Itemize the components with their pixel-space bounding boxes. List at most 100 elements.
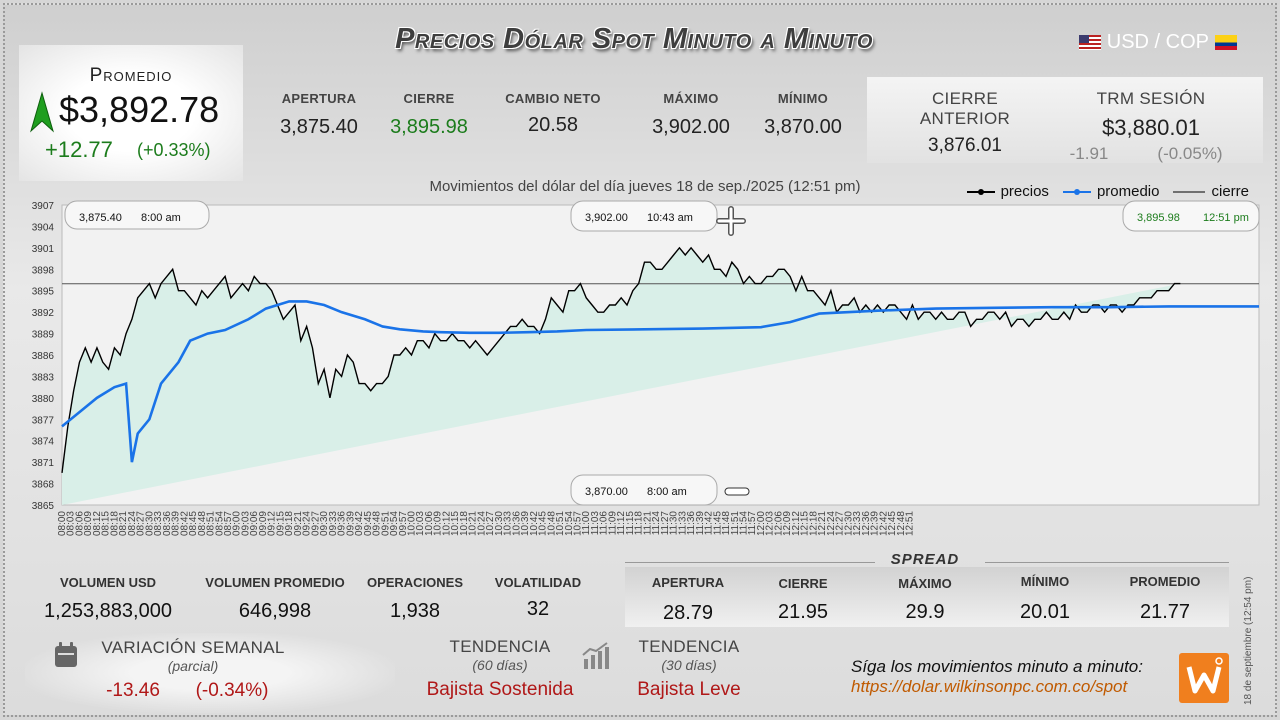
trm-value: $3,880.01	[1102, 115, 1200, 140]
stat-cierre: CIERRE 3,895.98	[377, 91, 481, 139]
us-flag-icon	[1078, 35, 1101, 50]
y-tick-label: 3901	[32, 244, 55, 255]
volumen-promedio-value: 646,998	[238, 600, 312, 622]
annotation-value: 3,902.00	[585, 212, 628, 224]
volumen-promedio: VOLUMEN PROMEDIO 646,998	[199, 575, 351, 623]
stat-minimo: MÍNIMO 3,870.00	[751, 91, 855, 139]
stat-apertura: APERTURA 3,875.40	[267, 91, 371, 139]
follow-url-link[interactable]: https://dolar.wilkinsonpc.com.co/spot	[851, 677, 1127, 697]
x-axis: 08:0008:0308:0608:0908:1208:1508:1808:21…	[57, 511, 916, 536]
price-chart[interactable]: 3907 3904 3901 3898 3895 3892 3889 3886 3883 3880…	[5, 195, 1277, 555]
trend-60-value: Bajista Sostenida	[426, 679, 574, 700]
y-tick-label: 3892	[32, 308, 55, 319]
y-tick-label: 3889	[32, 330, 55, 341]
stat-value: 3,875.40	[280, 116, 358, 138]
trend-30-label: TENDENCIA	[638, 637, 740, 656]
annotation-time: 10:43 am	[647, 212, 693, 224]
x-tick-label: 12:51	[905, 511, 916, 536]
volatilidad-label: VOLATILIDAD	[494, 575, 582, 590]
annotation-time: 8:00 am	[141, 212, 181, 224]
stat-label: CIERRE	[403, 91, 455, 106]
weekly-sub: (parcial)	[167, 658, 219, 674]
wilkinson-logo-icon	[1186, 657, 1223, 694]
wilkinson-logo[interactable]	[1179, 653, 1229, 703]
spread-label: MÁXIMO	[898, 576, 952, 591]
stat-label: APERTURA	[281, 91, 357, 106]
annotation-value: 3,870.00	[585, 486, 628, 498]
spread-label: PROMEDIO	[1129, 574, 1201, 589]
spread-value: 28.79	[662, 602, 714, 624]
trm-label: TRM SESIÓN	[1096, 89, 1206, 108]
volatilidad: VOLATILIDAD 32	[483, 575, 593, 621]
calendar-icon	[55, 642, 77, 667]
trm-diff: -1.91	[1069, 144, 1109, 163]
y-tick-label: 3904	[32, 222, 55, 233]
stat-value: 3,902.00	[652, 116, 730, 138]
spread-value: 21.77	[1139, 601, 1191, 623]
spread-promedio: PROMEDIO 21.77	[1117, 574, 1213, 624]
stat-label: MÍNIMO	[777, 91, 829, 106]
currency-pair-label: USD / COP	[1106, 31, 1209, 53]
spread-value: 20.01	[1019, 601, 1071, 623]
range-handle	[724, 487, 750, 496]
promedio-value: $3,892.78	[59, 89, 220, 130]
chart-subtitle: Movimientos del dólar del día jueves 18 …	[429, 178, 861, 195]
dashboard: Precios Dólar Spot Minuto a Minuto USD /…	[3, 3, 1277, 717]
currency-pair: USD / COP	[1078, 31, 1237, 54]
stat-label: CAMBIO NETO	[505, 91, 601, 106]
spread-maximo: MÁXIMO 29.9	[885, 576, 965, 624]
y-tick-label: 3877	[32, 415, 55, 426]
stat-value: 20.58	[527, 114, 579, 136]
trend-chart-icon	[582, 642, 609, 669]
spread-label: MÍNIMO	[1020, 574, 1070, 589]
weekly-label: VARIACIÓN SEMANAL	[101, 638, 285, 657]
trend-30-sub: (30 días)	[661, 657, 717, 673]
annotation-time: 12:51 pm	[1203, 212, 1249, 224]
stat-cambio-neto: CAMBIO NETO 20.58	[495, 91, 611, 137]
y-tick-label: 3865	[32, 501, 55, 512]
promedio-change-pct: (+0.33%)	[137, 140, 211, 160]
stat-maximo: MÁXIMO 3,902.00	[639, 91, 743, 139]
cierre-anterior: CIERRE ANTERIOR 3,876.01	[885, 89, 1045, 157]
operaciones: OPERACIONES 1,938	[361, 575, 469, 623]
trm-sesion: TRM SESIÓN $3,880.01	[1071, 89, 1231, 141]
weekly-value: -13.46	[106, 680, 160, 701]
spread-divider-left	[625, 562, 875, 563]
cierre-anterior-value: 3,876.01	[928, 135, 1002, 156]
volumen-usd-label: VOLUMEN USD	[59, 575, 157, 590]
y-tick-label: 3895	[32, 287, 55, 298]
trend-60: TENDENCIA (60 días) Bajista Sostenida	[425, 637, 575, 701]
y-tick-label: 3898	[32, 265, 55, 276]
promedio-label: Promedio	[89, 65, 173, 86]
annotation-bubble: 3,875.40 8:00 am	[64, 200, 210, 230]
up-arrow-icon	[30, 91, 54, 133]
promedio-panel: Promedio $3,892.78 +12.77 (+0.33%)	[19, 45, 243, 181]
annotation-bubble: 3,902.00 10:43 am	[570, 200, 718, 232]
y-tick-label: 3880	[32, 394, 55, 405]
y-tick-label: 3883	[32, 372, 55, 383]
annotation-bubble: 3,870.00 8:00 am	[570, 474, 718, 506]
trend-30-value: Bajista Leve	[637, 679, 741, 700]
timestamp-stamp: 18 de septiembre (12:54 pm)	[1243, 576, 1254, 705]
y-tick-label: 3871	[32, 458, 55, 469]
annotation-bubble: 3,895.98 12:51 pm	[1122, 200, 1260, 232]
spread-label: APERTURA	[651, 575, 725, 590]
trm-diff-pct: (-0.05%)	[1157, 144, 1223, 163]
volumen-promedio-label: VOLUMEN PROMEDIO	[205, 575, 345, 590]
spread-value: 21.95	[777, 601, 829, 623]
annotation-value: 3,895.98	[1137, 212, 1180, 224]
stat-value: 3,870.00	[764, 116, 842, 138]
promedio-change: +12.77	[45, 137, 113, 162]
weekly-variation: VARIACIÓN SEMANAL (parcial)	[101, 638, 285, 674]
cierre-anterior-label: CIERRE ANTERIOR	[919, 89, 1011, 128]
spread-value: 29.9	[905, 601, 945, 623]
spread-divider-right	[985, 562, 1229, 563]
trend-60-label: TENDENCIA	[449, 637, 551, 656]
volatilidad-value: 32	[526, 598, 550, 620]
operaciones-value: 1,938	[389, 600, 441, 622]
colombia-flag-icon	[1215, 35, 1237, 50]
volumen-usd-value: 1,253,883,000	[44, 600, 172, 622]
spread-title: SPREAD	[890, 551, 960, 568]
spread-cierre: CIERRE 21.95	[765, 576, 841, 624]
spread-minimo: MÍNIMO 20.01	[1005, 574, 1085, 624]
